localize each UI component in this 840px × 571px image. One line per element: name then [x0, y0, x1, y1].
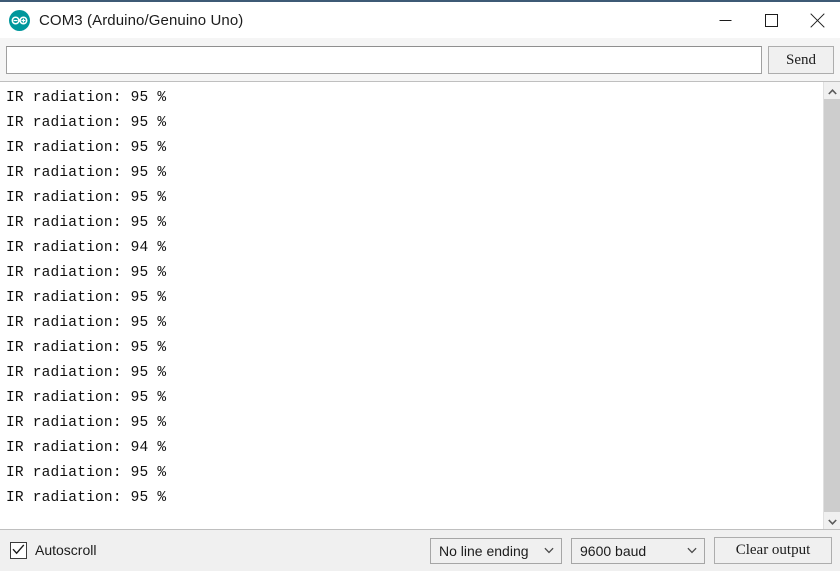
serial-output-line: IR radiation: 95 % — [6, 465, 167, 481]
close-button[interactable] — [794, 2, 840, 38]
line-ending-select[interactable]: No line ending — [430, 537, 562, 564]
line-ending-value: No line ending — [439, 542, 529, 559]
baud-rate-value: 9600 baud — [580, 542, 647, 559]
serial-output-log[interactable]: IR radiation: 95 % IR radiation: 95 % IR r… — [0, 82, 823, 529]
send-input[interactable] — [6, 45, 762, 74]
output-scrollbar[interactable] — [823, 82, 840, 529]
autoscroll-checkbox[interactable] — [10, 542, 27, 559]
send-button[interactable]: Send — [768, 45, 834, 74]
serial-output-line: IR radiation: 95 % — [6, 490, 167, 506]
scroll-up-button[interactable] — [824, 82, 840, 99]
serial-output-line: IR radiation: 95 % — [6, 115, 167, 131]
serial-output-line: IR radiation: 95 % — [6, 90, 167, 106]
scrollbar-track[interactable] — [824, 99, 840, 512]
baud-rate-select[interactable]: 9600 baud — [571, 537, 705, 564]
serial-output-line: IR radiation: 95 % — [6, 415, 167, 431]
serial-output-line: IR radiation: 95 % — [6, 365, 167, 381]
autoscroll-label: Autoscroll — [35, 542, 97, 558]
check-icon — [12, 542, 25, 560]
chevron-down-icon — [681, 547, 697, 554]
serial-output-line: IR radiation: 95 % — [6, 190, 167, 206]
status-bar: Autoscroll No line ending 9600 baud Clea… — [0, 530, 840, 571]
serial-output-line: IR radiation: 95 % — [6, 265, 167, 281]
serial-output-line: IR radiation: 95 % — [6, 165, 167, 181]
serial-output-line: IR radiation: 94 % — [6, 240, 167, 256]
serial-output-line: IR radiation: 95 % — [6, 390, 167, 406]
serial-output-line: IR radiation: 95 % — [6, 340, 167, 356]
chevron-down-icon — [538, 547, 554, 554]
window-controls — [702, 2, 840, 38]
maximize-button[interactable] — [748, 2, 794, 38]
serial-output-line: IR radiation: 95 % — [6, 215, 167, 231]
scrollbar-thumb[interactable] — [824, 99, 840, 512]
serial-output-area: IR radiation: 95 % IR radiation: 95 % IR r… — [0, 82, 840, 530]
arduino-infinity-icon — [9, 9, 30, 31]
chevron-up-icon — [827, 82, 837, 100]
serial-monitor-window: COM3 (Arduino/Genuino Uno) Send IR radia… — [0, 0, 840, 571]
serial-output-line: IR radiation: 95 % — [6, 290, 167, 306]
title-bar-left: COM3 (Arduino/Genuino Uno) — [0, 9, 702, 31]
send-row: Send — [0, 38, 840, 82]
title-bar: COM3 (Arduino/Genuino Uno) — [0, 2, 840, 38]
autoscroll-toggle[interactable]: Autoscroll — [10, 542, 96, 559]
serial-output-line: IR radiation: 94 % — [6, 440, 167, 456]
scroll-down-button[interactable] — [824, 512, 840, 529]
clear-output-button[interactable]: Clear output — [714, 537, 832, 564]
window-title: COM3 (Arduino/Genuino Uno) — [39, 11, 244, 29]
serial-output-line: IR radiation: 95 % — [6, 140, 167, 156]
chevron-down-icon — [827, 512, 837, 530]
serial-output-line: IR radiation: 95 % — [6, 315, 167, 331]
minimize-button[interactable] — [702, 2, 748, 38]
